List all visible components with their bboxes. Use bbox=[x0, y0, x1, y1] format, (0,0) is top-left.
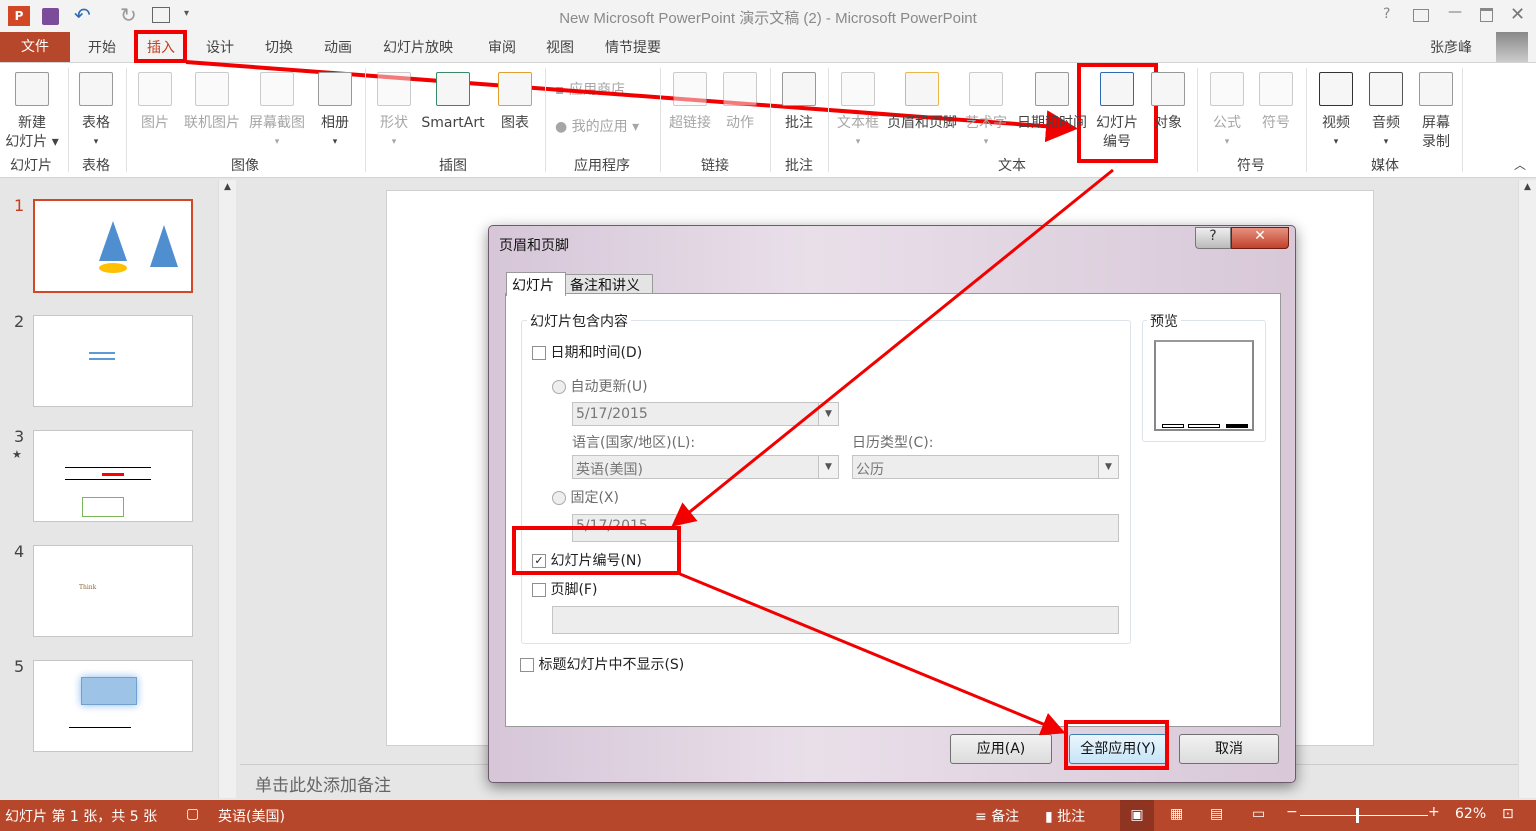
cone-shape bbox=[150, 225, 178, 267]
ribbon-item-label: 新建 bbox=[18, 115, 46, 131]
online-picture-button[interactable]: 联机图片 bbox=[176, 72, 248, 133]
arrow-to-apply-all bbox=[679, 572, 1066, 736]
hyperlink-icon bbox=[673, 72, 707, 106]
ribbon-item-label: 幻灯片 ▾ bbox=[5, 134, 59, 150]
group-label: 链接 bbox=[701, 158, 729, 174]
group-separator bbox=[660, 68, 661, 172]
date-time-icon bbox=[1035, 72, 1069, 106]
red-text bbox=[102, 473, 124, 476]
ribbon-item-label: 编号 bbox=[1103, 134, 1131, 150]
action-icon bbox=[723, 72, 757, 106]
ellipse-shape bbox=[99, 263, 127, 273]
group-separator bbox=[1306, 68, 1307, 172]
wordart-button[interactable]: 艺术字 ▾ bbox=[950, 72, 1022, 152]
group-label: 表格 bbox=[82, 158, 110, 174]
group-label: 图像 bbox=[231, 158, 259, 174]
thumbnail-text: Think bbox=[79, 584, 97, 591]
slide-thumbnail-3[interactable] bbox=[33, 430, 193, 522]
ribbon-item-label: ▾ bbox=[1224, 137, 1230, 147]
slide-number-icon bbox=[1100, 72, 1134, 106]
smartart-icon bbox=[436, 72, 470, 106]
table-icon bbox=[79, 72, 113, 106]
date-time-button[interactable]: 日期和时间 bbox=[1016, 72, 1088, 133]
new-slide-button[interactable]: 新建幻灯片 ▾ bbox=[0, 72, 68, 152]
animation-star-icon: ★ bbox=[12, 448, 22, 461]
screen-recording-icon bbox=[1419, 72, 1453, 106]
group-separator bbox=[828, 68, 829, 172]
arrow-to-checkbox bbox=[671, 168, 1114, 527]
block-arrow-shape bbox=[82, 497, 124, 517]
tab-3[interactable]: 设计 bbox=[206, 37, 234, 57]
comment-icon bbox=[782, 72, 816, 106]
object-icon bbox=[1151, 72, 1185, 106]
rectangle-shape bbox=[81, 677, 137, 705]
ribbon-item-label: ▾ bbox=[93, 137, 99, 147]
ribbon-item-label: 文本框 bbox=[837, 115, 879, 131]
slide-number-label: 5 bbox=[14, 657, 25, 676]
new-slide-icon bbox=[15, 72, 49, 106]
tab-6[interactable]: 幻灯片放映 bbox=[383, 37, 453, 57]
slide-number-label: 2 bbox=[14, 312, 25, 331]
symbol-icon bbox=[1259, 72, 1293, 106]
tab-7[interactable]: 审阅 bbox=[488, 37, 516, 57]
ribbon-item-label: 图表 bbox=[501, 115, 529, 131]
slide-thumbnail-5[interactable] bbox=[33, 660, 193, 752]
group-label: 符号 bbox=[1237, 158, 1265, 174]
chart-button[interactable]: 图表 bbox=[479, 72, 551, 133]
screenshot-icon bbox=[260, 72, 294, 106]
ribbon-item-label: 联机图片 bbox=[184, 115, 240, 131]
picture-icon bbox=[138, 72, 172, 106]
slide-thumbnail-1[interactable] bbox=[33, 199, 193, 293]
group-label: 文本 bbox=[998, 158, 1026, 174]
shapes-icon bbox=[377, 72, 411, 106]
group-separator bbox=[1462, 68, 1463, 172]
group-label: 批注 bbox=[785, 158, 813, 174]
tab-8[interactable]: 视图 bbox=[546, 37, 574, 57]
tab-1[interactable]: 开始 bbox=[88, 37, 116, 57]
ribbon-item-label: ▾ bbox=[855, 137, 861, 147]
tab-slide[interactable]: 幻灯片 bbox=[506, 272, 566, 296]
tab-5[interactable]: 动画 bbox=[324, 37, 352, 57]
arrow-line bbox=[69, 727, 131, 728]
tab-2[interactable]: 插入 bbox=[147, 37, 175, 57]
header-footer-button[interactable]: 页眉和页脚 bbox=[886, 72, 958, 133]
ribbon-item-label: 日期和时间 bbox=[1017, 115, 1087, 131]
tab-9[interactable]: 情节提要 bbox=[605, 37, 661, 57]
video-icon bbox=[1319, 72, 1353, 106]
slide-number-label: 4 bbox=[14, 542, 25, 561]
group-separator bbox=[770, 68, 771, 172]
group-separator bbox=[68, 68, 69, 172]
text-lines bbox=[89, 352, 115, 354]
slide-thumbnail-4[interactable]: Think bbox=[33, 545, 193, 637]
line-shape bbox=[65, 467, 151, 468]
group-separator bbox=[1197, 68, 1198, 172]
group-separator bbox=[365, 68, 366, 172]
tab-4[interactable]: 切换 bbox=[265, 37, 293, 57]
group-separator bbox=[126, 68, 127, 172]
online-picture-icon bbox=[195, 72, 229, 106]
group-separator bbox=[545, 68, 546, 172]
wordart-icon bbox=[969, 72, 1003, 106]
arrow-line bbox=[65, 479, 151, 480]
group-label: 媒体 bbox=[1371, 158, 1399, 174]
header-footer-icon bbox=[905, 72, 939, 106]
equation-icon bbox=[1210, 72, 1244, 106]
cone-shape bbox=[99, 221, 127, 261]
slide-number-label: 3 bbox=[14, 427, 25, 446]
group-label: 应用程序 bbox=[574, 158, 630, 174]
ribbon-item-label: 页眉和页脚 bbox=[887, 115, 957, 131]
audio-icon bbox=[1369, 72, 1403, 106]
textbox-button[interactable]: 文本框 ▾ bbox=[822, 72, 894, 152]
ribbon-item-label: 艺术字 bbox=[965, 115, 1007, 131]
slide-thumbnail-2[interactable] bbox=[33, 315, 193, 407]
ribbon-item-label: ▾ bbox=[983, 137, 989, 147]
group-label: 幻灯片 bbox=[10, 158, 52, 174]
slide-number-label: 1 bbox=[14, 196, 25, 215]
textbox-icon bbox=[841, 72, 875, 106]
photo-album-icon bbox=[318, 72, 352, 106]
ribbon-item-label: ▾ bbox=[391, 137, 397, 147]
group-label: 插图 bbox=[439, 158, 467, 174]
chart-icon bbox=[498, 72, 532, 106]
